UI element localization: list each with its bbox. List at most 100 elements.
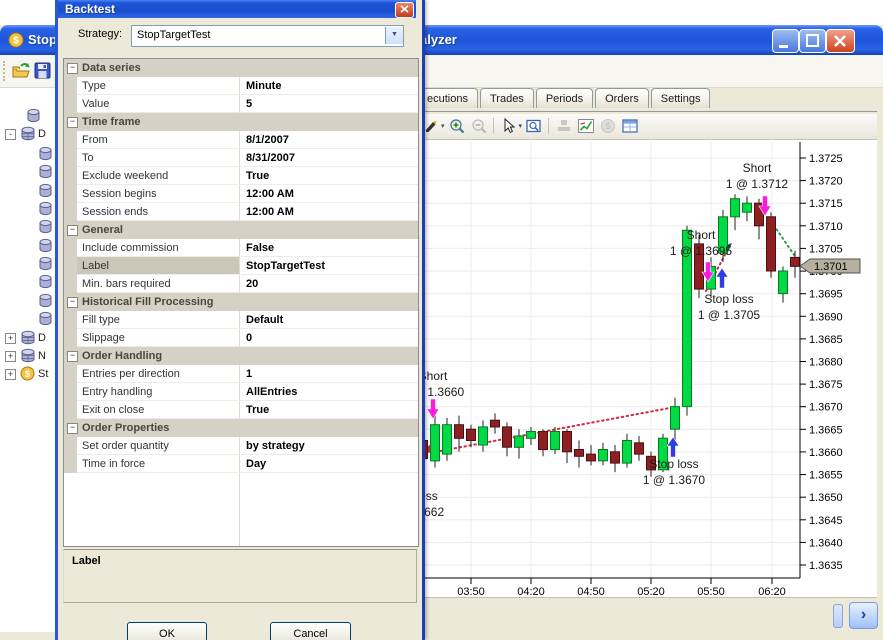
grid-row-label[interactable]: Label StopTargetTest	[64, 257, 418, 275]
property-name[interactable]: Entry handling	[77, 383, 240, 401]
tree-expander-icon[interactable]: -	[5, 129, 16, 140]
tree-item-d[interactable]: + D	[0, 330, 55, 347]
tab-settings[interactable]: Settings	[650, 88, 711, 108]
grid-category-order-handling[interactable]: − Order Handling	[64, 347, 418, 365]
tree-expander-icon[interactable]: +	[5, 333, 16, 344]
property-name[interactable]: Label	[77, 257, 240, 275]
grid-row-session-begins[interactable]: Session begins 12:00 AM	[64, 185, 418, 203]
tree-item[interactable]	[0, 201, 55, 218]
property-grid[interactable]: − Data series Type Minute Value 5− Time frame F…	[63, 58, 419, 547]
property-name[interactable]: Session begins	[77, 185, 240, 203]
save-icon[interactable]	[34, 62, 52, 85]
property-value[interactable]: AllEntries	[240, 383, 418, 401]
property-value[interactable]: 8/1/2007	[240, 131, 418, 149]
tree-item-d[interactable]: -D	[0, 126, 55, 143]
collapse-icon[interactable]: −	[67, 423, 78, 434]
property-name[interactable]: From	[77, 131, 240, 149]
tab-orders[interactable]: Orders	[595, 88, 649, 108]
tree-item[interactable]	[0, 293, 55, 310]
dropdown-arrow-icon[interactable]: ▾	[441, 122, 445, 130]
grid-row-exit-on-close[interactable]: Exit on close True	[64, 401, 418, 419]
cancel-button[interactable]: Cancel	[270, 622, 351, 640]
tree-item-c[interactable]	[0, 108, 55, 125]
collapse-icon[interactable]: −	[67, 225, 78, 236]
grid-row-fill-type[interactable]: Fill type Default	[64, 311, 418, 329]
grid-row-slippage[interactable]: Slippage 0	[64, 329, 418, 347]
property-value[interactable]: True	[240, 401, 418, 419]
property-value[interactable]: 12:00 AM	[240, 185, 418, 203]
grid-row-type[interactable]: Type Minute	[64, 77, 418, 95]
property-value[interactable]: Default	[240, 311, 418, 329]
tree-item[interactable]	[0, 274, 55, 291]
next-page-button[interactable]: ›	[849, 602, 878, 629]
tab-ecutions[interactable]: ecutions	[417, 88, 478, 108]
grid-category-general[interactable]: − General	[64, 221, 418, 239]
property-value[interactable]: Day	[240, 455, 418, 473]
strategy-combobox[interactable]: StopTargetTest ▼	[131, 25, 404, 47]
property-name[interactable]: Time in force	[77, 455, 240, 473]
tree-expander-icon[interactable]: +	[5, 351, 16, 362]
tree-item[interactable]	[0, 256, 55, 273]
minimize-button[interactable]	[772, 29, 799, 53]
property-name[interactable]: Type	[77, 77, 240, 95]
property-name[interactable]: Session ends	[77, 203, 240, 221]
ok-button[interactable]: OK	[127, 622, 207, 640]
property-name[interactable]: Fill type	[77, 311, 240, 329]
region-peek-icon[interactable]	[525, 117, 543, 135]
property-value[interactable]: False	[240, 239, 418, 257]
property-name[interactable]: Exclude weekend	[77, 167, 240, 185]
candlestick-chart[interactable]: 1.37251.37201.37151.37101.37051.37001.36…	[382, 140, 877, 598]
open-folder-icon[interactable]	[11, 61, 31, 86]
grid-row-set-order-quantity[interactable]: Set order quantity by strategy	[64, 437, 418, 455]
property-name[interactable]: Set order quantity	[77, 437, 240, 455]
collapse-icon[interactable]: −	[67, 297, 78, 308]
grid-row-to[interactable]: To 8/31/2007	[64, 149, 418, 167]
property-name[interactable]: Exit on close	[77, 401, 240, 419]
property-value[interactable]: 12:00 AM	[240, 203, 418, 221]
tree-item[interactable]	[0, 146, 55, 163]
line-chart-icon[interactable]	[577, 117, 595, 135]
grid-category-order-properties[interactable]: − Order Properties	[64, 419, 418, 437]
property-value[interactable]: by strategy	[240, 437, 418, 455]
grid-row-entries-per-direction[interactable]: Entries per direction 1	[64, 365, 418, 383]
tree-item[interactable]	[0, 238, 55, 255]
tree-item-st[interactable]: + $ St	[0, 366, 55, 383]
close-button[interactable]	[826, 29, 855, 53]
dialog-close-icon[interactable]	[395, 2, 414, 18]
tree-item[interactable]	[0, 311, 55, 328]
tab-periods[interactable]: Periods	[535, 88, 594, 108]
tree-item[interactable]	[0, 183, 55, 200]
grid-category-data-series[interactable]: − Data series	[64, 59, 418, 77]
collapse-icon[interactable]: −	[67, 63, 78, 74]
tree-expander-icon[interactable]: +	[5, 369, 16, 380]
property-name[interactable]: To	[77, 149, 240, 167]
property-value[interactable]: Minute	[240, 77, 418, 95]
grid-row-session-ends[interactable]: Session ends 12:00 AM	[64, 203, 418, 221]
maximize-button[interactable]	[799, 29, 826, 53]
cursor-icon[interactable]	[500, 117, 518, 135]
grid-category-time-frame[interactable]: − Time frame	[64, 113, 418, 131]
grid-row-min-bars-required[interactable]: Min. bars required 20	[64, 275, 418, 293]
property-name[interactable]: Include commission	[77, 239, 240, 257]
property-name[interactable]: Slippage	[77, 329, 240, 347]
property-value[interactable]: 0	[240, 329, 418, 347]
property-value[interactable]: True	[240, 167, 418, 185]
property-name[interactable]: Min. bars required	[77, 275, 240, 293]
collapse-icon[interactable]: −	[67, 351, 78, 362]
tree-item[interactable]	[0, 164, 55, 181]
property-value[interactable]: 8/31/2007	[240, 149, 418, 167]
grid-row-exclude-weekend[interactable]: Exclude weekend True	[64, 167, 418, 185]
grid-row-from[interactable]: From 8/1/2007	[64, 131, 418, 149]
property-name[interactable]: Value	[77, 95, 240, 113]
zoom-in-icon[interactable]	[448, 117, 466, 135]
dropdown-arrow-icon[interactable]: ▾	[519, 122, 523, 130]
dialog-titlebar[interactable]: Backtest	[58, 0, 416, 18]
grid-row-value[interactable]: Value 5	[64, 95, 418, 113]
splitter-grip[interactable]	[833, 604, 843, 628]
collapse-icon[interactable]: −	[67, 117, 78, 128]
property-value[interactable]: 1	[240, 365, 418, 383]
property-value[interactable]: StopTargetTest	[240, 257, 418, 275]
chart-panel[interactable]: 1.37251.37201.37151.37101.37051.37001.36…	[382, 140, 877, 598]
tree-item[interactable]	[0, 219, 55, 236]
data-table-icon[interactable]	[621, 117, 639, 135]
